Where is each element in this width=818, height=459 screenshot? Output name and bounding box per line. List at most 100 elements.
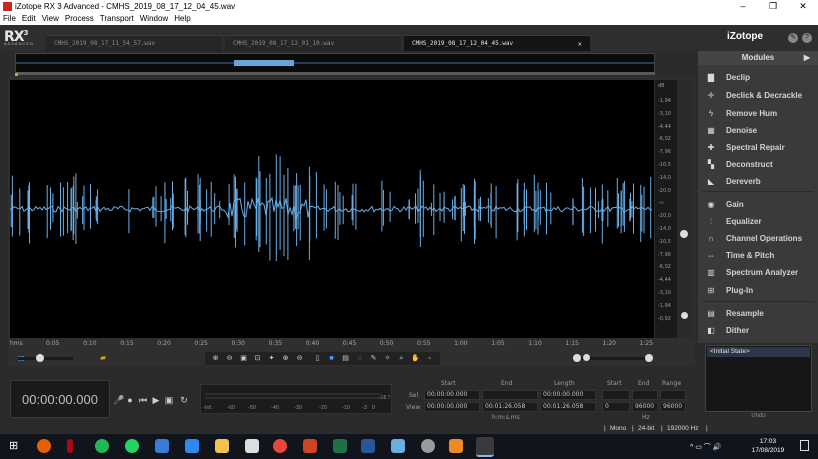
view-end-field[interactable]: 00:01:26.058 (482, 402, 538, 412)
module-deconstruct[interactable]: ▚ Deconstruct (698, 157, 818, 173)
close-window-button[interactable]: ✕ (788, 0, 818, 13)
zoom-fit-icon[interactable]: ▣ (239, 354, 248, 363)
word-icon[interactable] (361, 439, 375, 453)
menu-help[interactable]: Help (171, 13, 193, 25)
freq-view-end-field[interactable]: 96000 (632, 402, 658, 412)
hand-zoom-icon[interactable]: ✦ (267, 354, 276, 363)
waveform-overview[interactable] (15, 53, 655, 73)
file-tab-1[interactable]: CMHS_2019_08_17_11_54_57.wav (46, 35, 222, 51)
play-selection-button[interactable]: ▣ (164, 395, 174, 405)
zoom-freq-icon[interactable]: ⊖ (295, 354, 304, 363)
sel-end-field[interactable] (482, 390, 538, 400)
module-declip[interactable]: ▇ Declip (698, 70, 818, 86)
module-resample[interactable]: ▤ Resample (698, 306, 818, 322)
skip-back-button[interactable]: ⏮ (138, 395, 148, 405)
menu-process[interactable]: Process (62, 13, 97, 25)
help-icon[interactable]: ? (802, 33, 812, 43)
freq-sel-start-field[interactable] (602, 390, 630, 400)
record-button[interactable]: ● (125, 395, 135, 405)
modules-arrow-icon[interactable]: ▶ (804, 51, 810, 65)
lasso-icon[interactable]: ◌ (355, 354, 364, 363)
vertical-zoom-handle[interactable] (681, 312, 688, 319)
time-select-icon[interactable]: ▯ (313, 354, 322, 363)
menu-transport[interactable]: Transport (97, 13, 137, 25)
zoom-slider-handle[interactable] (36, 354, 44, 362)
extra-tool-icon[interactable]: ▫ (425, 354, 434, 363)
excel-icon[interactable] (333, 439, 347, 453)
undo-label[interactable]: Undo (705, 413, 812, 419)
zoom-selection-icon[interactable]: ⊡ (253, 354, 262, 363)
vzoom-out-icon[interactable] (573, 354, 581, 362)
horizontal-zoom-slider[interactable] (18, 354, 73, 362)
app-icon[interactable] (185, 439, 199, 453)
tray-icons[interactable]: ^ ▭ ⌒ 🔊 (690, 442, 721, 452)
whatsapp-icon[interactable] (125, 439, 139, 453)
module-channel-operations[interactable]: ∩ Channel Operations (698, 231, 818, 247)
menu-file[interactable]: File (0, 13, 19, 25)
vzoom-handle[interactable] (583, 354, 590, 361)
module-gain[interactable]: ◉ Gain (698, 197, 818, 213)
calculator-icon[interactable] (245, 439, 259, 453)
module-spectrum-analyzer[interactable]: ▥ Spectrum Analyzer (698, 265, 818, 281)
history-item-initial-state[interactable]: <Initial State> (707, 347, 810, 357)
view-length-field[interactable]: 00:01:26.058 (540, 402, 596, 412)
minimize-button[interactable]: – (728, 0, 758, 13)
zoom-in-icon[interactable]: ⊕ (211, 354, 220, 363)
module-time-pitch[interactable]: ⇔ Time & Pitch (698, 248, 818, 264)
magic-wand-icon[interactable]: ✧ (383, 354, 392, 363)
freq-sel-range-field[interactable] (660, 390, 686, 400)
freq-sel-end-field[interactable] (632, 390, 658, 400)
freq-view-range-field[interactable]: 96000 (660, 402, 686, 412)
taskbar-clock[interactable]: 17:03 17/08/2019 (744, 437, 792, 455)
netflix-icon[interactable] (67, 439, 73, 453)
freq-select-icon[interactable]: ▤ (341, 354, 350, 363)
brush-icon[interactable]: ✎ (369, 354, 378, 363)
vertical-zoom-in-icon[interactable] (680, 230, 688, 238)
maximize-button[interactable]: ❐ (758, 0, 788, 13)
powerpoint-icon[interactable] (303, 439, 317, 453)
freq-view-start-field[interactable]: 0 (602, 402, 630, 412)
menu-window[interactable]: Window (137, 13, 171, 25)
vertical-zoom-slider[interactable] (573, 354, 653, 362)
settings-app-icon[interactable] (421, 439, 435, 453)
file-explorer-icon[interactable] (215, 439, 229, 453)
module-dither[interactable]: ◧ Dither (698, 323, 818, 339)
menu-view[interactable]: View (39, 13, 62, 25)
rect-select-icon[interactable]: ■ (327, 354, 336, 363)
module-spectral-repair[interactable]: ✚ Spectral Repair (698, 140, 818, 156)
overview-selection-bar[interactable] (16, 72, 655, 75)
module-equalizer[interactable]: ⫶ Equalizer (698, 214, 818, 230)
settings-icon[interactable]: ✎ (788, 33, 798, 43)
mic-icon[interactable]: 🎤 (113, 395, 124, 405)
file-tab-3-active[interactable]: CMHS_2019_08_17_12_04_45.wav ✕ (404, 35, 590, 51)
notes-icon[interactable] (391, 439, 405, 453)
vzoom-in-icon[interactable] (645, 354, 653, 362)
sel-length-field[interactable]: 00:00:00.000 (540, 390, 596, 400)
module-remove-hum[interactable]: ϟ Remove Hum (698, 106, 818, 122)
notifications-icon[interactable] (800, 440, 809, 451)
vertical-zoom-strip[interactable] (677, 80, 693, 338)
windows-start-icon[interactable]: ⊞ (9, 439, 23, 453)
loop-button[interactable]: ↻ (179, 395, 189, 405)
module-plug-in[interactable]: ⊞ Plug-In (698, 283, 818, 299)
izotope-rx-taskbar-icon[interactable] (476, 437, 494, 457)
firefox-icon[interactable] (37, 439, 51, 453)
view-start-field[interactable]: 00:00:00.000 (424, 402, 480, 412)
waveform-display[interactable] (10, 80, 654, 338)
module-dereverb[interactable]: ◣ Dereverb (698, 174, 818, 190)
photos-icon[interactable] (155, 439, 169, 453)
play-button[interactable]: ▶ (151, 395, 161, 405)
spotify-icon[interactable] (95, 439, 109, 453)
hand-tool-icon[interactable]: ✋ (411, 354, 420, 363)
module-denoise[interactable]: ▦ Denoise (698, 123, 818, 139)
spectrogram-view-icon[interactable]: ▰ (100, 353, 112, 363)
magnifier-icon[interactable]: ⌕ (397, 354, 406, 363)
zoom-out-icon[interactable]: ⊖ (225, 354, 234, 363)
menu-edit[interactable]: Edit (19, 13, 39, 25)
vlc-icon[interactable] (449, 439, 463, 453)
chrome-icon[interactable] (273, 439, 287, 453)
file-tab-2[interactable]: CMHS_2019_08_17_12_01_10.wav (225, 35, 401, 51)
zoom-time-icon[interactable]: ⊕ (281, 354, 290, 363)
close-tab-icon[interactable]: ✕ (578, 36, 582, 52)
sel-start-field[interactable]: 00:00:00.000 (424, 390, 480, 400)
